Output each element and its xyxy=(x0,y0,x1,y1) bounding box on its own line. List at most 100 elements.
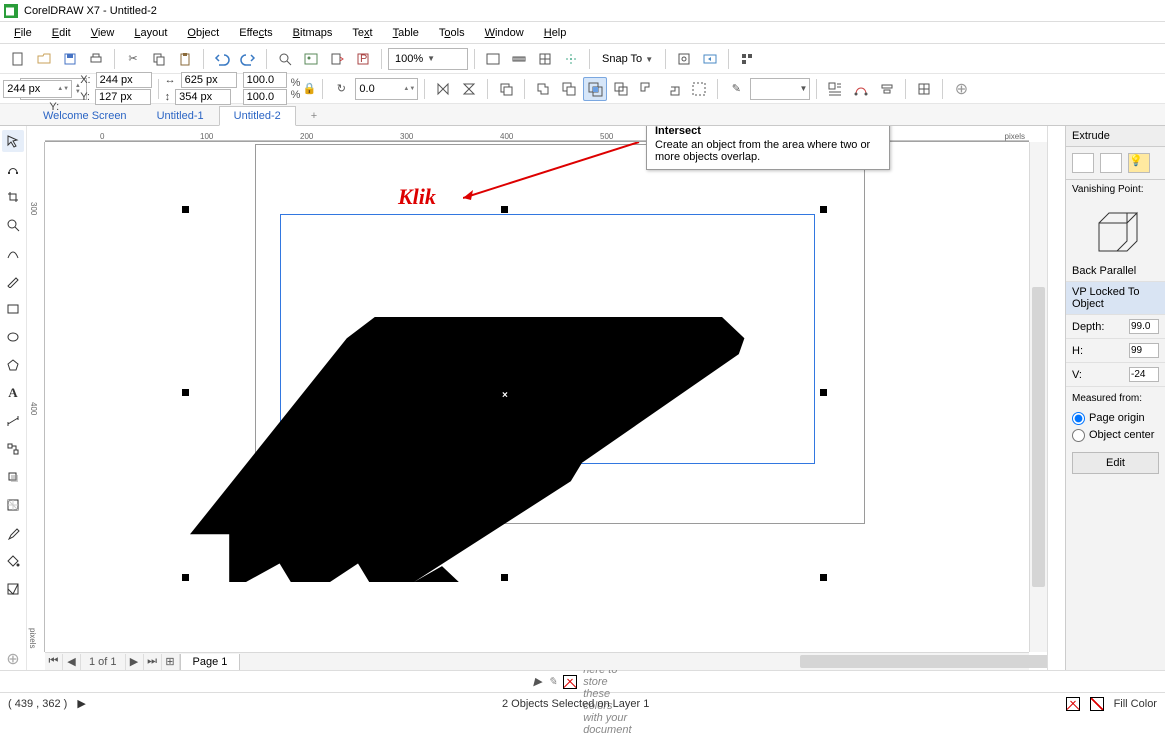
polygon-tool-icon[interactable] xyxy=(2,354,24,376)
outline-pen-icon[interactable]: ✎ xyxy=(724,77,748,101)
wrap-text-icon[interactable] xyxy=(823,77,847,101)
vp-locked-row[interactable]: VP Locked To Object xyxy=(1066,282,1165,315)
image-icon[interactable] xyxy=(299,47,323,71)
mirror-v-icon[interactable] xyxy=(457,77,481,101)
nav-first-icon[interactable]: ⏮ xyxy=(45,654,63,670)
object-center-radio[interactable]: Object center xyxy=(1066,427,1165,444)
shape-tool-icon[interactable] xyxy=(2,158,24,180)
menu-help[interactable]: Help xyxy=(534,24,577,42)
smart-fill-icon[interactable] xyxy=(2,578,24,600)
tab-add-icon[interactable]: + xyxy=(296,106,326,125)
v-field[interactable] xyxy=(1129,367,1159,382)
print-icon[interactable] xyxy=(84,47,108,71)
search-icon[interactable] xyxy=(273,47,297,71)
tab-untitled-2[interactable]: Untitled-2 xyxy=(219,106,296,126)
zoom-combo[interactable]: 100%▼ xyxy=(388,48,468,70)
handle-bottom-left[interactable] xyxy=(182,574,189,581)
convert-curves-icon[interactable] xyxy=(849,77,873,101)
text-tool-icon[interactable]: A xyxy=(2,382,24,404)
new-icon[interactable] xyxy=(6,47,30,71)
handle-bottom-middle[interactable] xyxy=(501,574,508,581)
artistic-media-icon[interactable] xyxy=(2,270,24,292)
lock-ratio-icon[interactable]: 🔒 xyxy=(302,80,316,98)
eyedropper-icon[interactable]: ✎ xyxy=(548,675,557,688)
nav-last-icon[interactable]: ⏭ xyxy=(144,654,162,670)
mirror-h-icon[interactable] xyxy=(431,77,455,101)
rectangle-tool-icon[interactable] xyxy=(2,298,24,320)
page-tab[interactable]: Page 1 xyxy=(180,654,241,670)
snap-to-dropdown[interactable]: Snap To ▼ xyxy=(596,53,659,65)
scale-y-field[interactable] xyxy=(243,89,287,105)
quick-customize-icon[interactable]: ⊕ xyxy=(2,648,24,670)
vertical-scrollbar[interactable] xyxy=(1029,142,1047,652)
back-parallel-row[interactable]: Back Parallel xyxy=(1066,261,1165,282)
status-fill-swatch[interactable] xyxy=(1066,697,1080,711)
rulers-icon[interactable] xyxy=(507,47,531,71)
depth-field[interactable] xyxy=(1129,319,1159,334)
zoom-tool-icon[interactable] xyxy=(2,214,24,236)
redo-icon[interactable] xyxy=(236,47,260,71)
menu-file[interactable]: File xyxy=(4,24,42,42)
cut-icon[interactable]: ✂ xyxy=(121,47,145,71)
scale-x-field[interactable] xyxy=(243,72,287,88)
nav-add-page-icon[interactable]: ⊞ xyxy=(162,654,180,670)
align-icon[interactable] xyxy=(875,77,899,101)
edit-button[interactable]: Edit xyxy=(1072,452,1159,474)
menu-window[interactable]: Window xyxy=(475,24,534,42)
page-origin-radio[interactable]: Page origin xyxy=(1066,410,1165,427)
y-field[interactable] xyxy=(95,89,151,105)
app-launcher-icon[interactable] xyxy=(735,47,759,71)
order-front-icon[interactable] xyxy=(494,77,518,101)
x-pos-input[interactable]: ▲▼ xyxy=(3,80,72,98)
back-minus-front-icon[interactable] xyxy=(661,77,685,101)
menu-edit[interactable]: Edit xyxy=(42,24,81,42)
boundary-icon[interactable] xyxy=(687,77,711,101)
extrude-tab-1-icon[interactable] xyxy=(1072,153,1094,173)
menu-object[interactable]: Object xyxy=(177,24,229,42)
handle-middle-left[interactable] xyxy=(182,389,189,396)
crop-tool-icon[interactable] xyxy=(2,186,24,208)
color-palette-strip[interactable] xyxy=(1047,126,1065,670)
fill-tool-icon[interactable] xyxy=(2,550,24,572)
parallel-dim-icon[interactable] xyxy=(2,410,24,432)
open-icon[interactable] xyxy=(32,47,56,71)
handle-bottom-right[interactable] xyxy=(820,574,827,581)
outline-width-combo[interactable]: ▼ xyxy=(750,78,810,100)
document-palette[interactable]: ▶ ✎ Drag colors (or objects) here to sto… xyxy=(0,670,1165,692)
v-scroll-thumb[interactable] xyxy=(1032,287,1045,587)
height-field[interactable] xyxy=(175,89,231,105)
front-minus-back-icon[interactable] xyxy=(635,77,659,101)
trim-icon[interactable] xyxy=(557,77,581,101)
pick-tool-icon[interactable] xyxy=(2,130,24,152)
launch-icon[interactable] xyxy=(698,47,722,71)
center-page-icon[interactable] xyxy=(912,77,936,101)
undo-icon[interactable] xyxy=(210,47,234,71)
simplify-icon[interactable] xyxy=(609,77,633,101)
tab-untitled-1[interactable]: Untitled-1 xyxy=(142,106,219,125)
menu-tools[interactable]: Tools xyxy=(429,24,475,42)
no-color-swatch[interactable] xyxy=(563,675,577,689)
drawing-canvas[interactable]: × Klik Intersect Create an object from t… xyxy=(45,142,1029,652)
copy-icon[interactable] xyxy=(147,47,171,71)
publish-icon[interactable]: P xyxy=(351,47,375,71)
menu-view[interactable]: View xyxy=(81,24,125,42)
ellipse-tool-icon[interactable] xyxy=(2,326,24,348)
paste-icon[interactable] xyxy=(173,47,197,71)
eyedropper-tool-icon[interactable] xyxy=(2,522,24,544)
handle-top-right[interactable] xyxy=(820,206,827,213)
nav-prev-icon[interactable]: ◀ xyxy=(63,654,81,670)
tab-welcome[interactable]: Welcome Screen xyxy=(28,106,142,125)
freehand-tool-icon[interactable] xyxy=(2,242,24,264)
status-outline-swatch[interactable] xyxy=(1090,697,1104,711)
intersect-icon[interactable] xyxy=(583,77,607,101)
extrude-tab-2-icon[interactable] xyxy=(1100,153,1122,173)
save-icon[interactable] xyxy=(58,47,82,71)
menu-text[interactable]: Text xyxy=(342,24,382,42)
grid-icon[interactable] xyxy=(533,47,557,71)
guides-icon[interactable] xyxy=(559,47,583,71)
extrude-tab-bulb-icon[interactable]: 💡 xyxy=(1128,153,1150,173)
weld-icon[interactable] xyxy=(531,77,555,101)
menu-table[interactable]: Table xyxy=(383,24,429,42)
menu-bitmaps[interactable]: Bitmaps xyxy=(283,24,343,42)
handle-middle-right[interactable] xyxy=(820,389,827,396)
